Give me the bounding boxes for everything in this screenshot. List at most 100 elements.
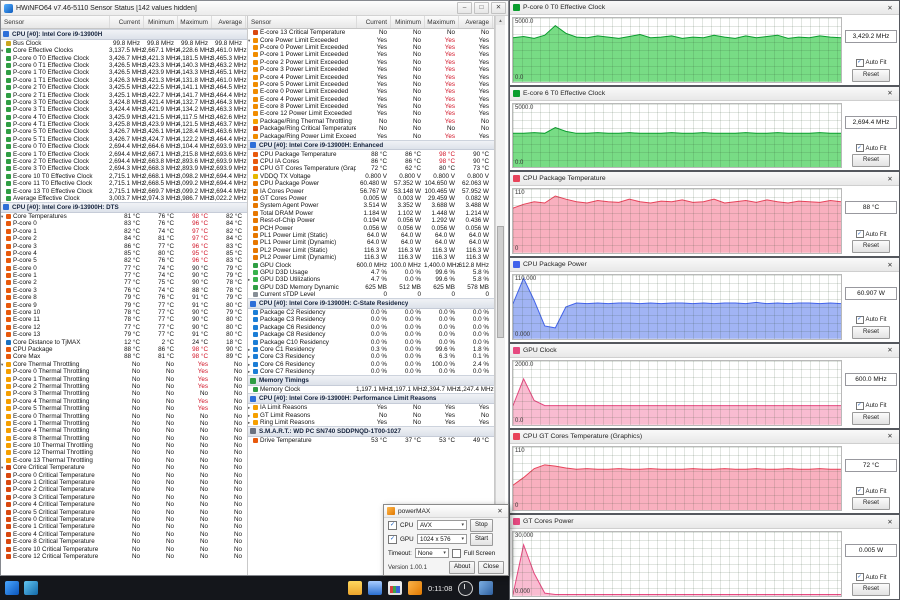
sensor-row[interactable]: Bus Clock99.8 MHz99.8 MHz99.8 MHz99.8 MH… <box>1 40 247 47</box>
sensor-row[interactable]: ▸Core C6 Residency0.0 %0.0 %100.0 %2.4 % <box>248 361 494 368</box>
sensor-row[interactable]: P-core 0 Critical TemperatureNoNoNoNo <box>1 471 247 478</box>
reset-button[interactable]: Reset <box>852 69 890 82</box>
graph-titlebar[interactable]: E-core 6 T0 Effective Clock✕ <box>510 87 899 101</box>
column-header-minimum[interactable]: Minimum <box>391 16 425 28</box>
sensor-row[interactable]: E-core 10 T0 Effective Clock2,715.1 MHz2… <box>1 173 247 180</box>
column-header-average[interactable]: Average <box>212 16 246 28</box>
sensor-row[interactable]: VDDQ TX Voltage0.800 V0.800 V0.800 V0.80… <box>248 173 494 180</box>
section-row[interactable]: CPU [#0]: Intel Core i9-13900H: C-State … <box>248 298 494 309</box>
sensor-row[interactable]: E-core 0 Critical TemperatureNoNoNoNo <box>1 516 247 523</box>
sensor-row[interactable]: E-core 1 Thermal ThrottlingNoNoNoNo <box>1 420 247 427</box>
scroll-up-icon[interactable]: ▲ <box>496 16 505 25</box>
sensor-row[interactable]: Package C6 Residency0.0 %0.0 %0.0 %0.0 % <box>248 324 494 331</box>
autofit-checkbox[interactable]: ✓ <box>856 573 864 581</box>
sensor-row[interactable]: E-core 12 Critical TemperatureNoNoNoNo <box>1 553 247 560</box>
sensor-row[interactable]: P-core 1 Power Limit ExceededYesNoYesYes <box>248 51 494 58</box>
autofit-checkbox[interactable]: ✓ <box>856 230 864 238</box>
graph-titlebar[interactable]: CPU Package Temperature✕ <box>510 172 899 186</box>
sensor-row[interactable]: E-core 4 Critical TemperatureNoNoNoNo <box>1 531 247 538</box>
sensor-row[interactable]: P-core 1 Thermal ThrottlingNoNoYesNo <box>1 375 247 382</box>
column-header-current[interactable]: Current <box>357 16 391 28</box>
sensor-row[interactable]: E-core 8 Critical TemperatureNoNoNoNo <box>1 538 247 545</box>
gpu-resolution-select[interactable]: 1024 x 576 ▾ <box>417 534 467 544</box>
reset-button[interactable]: Reset <box>852 497 890 510</box>
sensor-row[interactable]: E-core 1 T0 Effective Clock2,694.4 MHz2,… <box>1 150 247 157</box>
sensor-row[interactable]: CPU Package Power60.480 W57.352 W104.650… <box>248 180 494 187</box>
close-icon[interactable]: ✕ <box>884 175 896 183</box>
graph-titlebar[interactable]: CPU GT Cores Temperature (Graphics)✕ <box>510 430 899 444</box>
sensor-row[interactable]: E-core 13 Critical TemperatureNoNoNoNo <box>248 29 494 36</box>
sensor-row[interactable]: E-core 8 Thermal ThrottlingNoNoNoNo <box>1 435 247 442</box>
gpu-checkbox[interactable]: ✓ <box>388 535 397 544</box>
graph-app-icon[interactable] <box>388 581 402 595</box>
sensor-row[interactable]: PL2 Power Limit (Dynamic)116.3 W116.3 W1… <box>248 254 494 261</box>
sensor-row[interactable]: GPU D3D Usage4.7 %0.0 %99.6 %5.8 % <box>248 269 494 276</box>
close-icon[interactable]: ✕ <box>884 261 896 269</box>
section-row[interactable]: CPU [#0]: Intel Core i9-13900H <box>1 29 247 40</box>
sensor-row[interactable]: E-core 2 T0 Effective Clock2,694.4 MHz2,… <box>1 158 247 165</box>
close-icon[interactable]: ✕ <box>884 432 896 440</box>
sensor-row[interactable]: Total DRAM Power1.184 W1.102 W1.448 W1.2… <box>248 210 494 217</box>
start-button[interactable]: Start <box>470 533 493 546</box>
sensor-row[interactable]: E-core 4 Thermal ThrottlingNoNoNoNo <box>1 427 247 434</box>
sensor-row[interactable]: E-core 1178 °C77 °C90 °C80 °C <box>1 316 247 323</box>
sensor-row[interactable]: PL1 Power Limit (Dynamic)64.0 W64.0 W64.… <box>248 239 494 246</box>
sensor-row[interactable]: E-core 13 T0 Effective Clock2,715.1 MHz2… <box>1 187 247 194</box>
graph-titlebar[interactable]: P-core 0 T0 Effective Clock✕ <box>510 1 899 15</box>
sensor-row[interactable]: GT Cores Power0.005 W0.003 W29.459 W0.08… <box>248 195 494 202</box>
sensor-row[interactable]: Package C3 Residency0.0 %0.0 %0.0 %0.0 % <box>248 316 494 323</box>
sensor-row[interactable]: Package/Ring Thermal ThrottlingNoNoYesNo <box>248 118 494 125</box>
sensor-row[interactable]: E-core 13 Thermal ThrottlingNoNoNoNo <box>1 457 247 464</box>
close-icon[interactable]: ✕ <box>884 4 896 12</box>
sensor-row[interactable]: E-core 10 Critical TemperatureNoNoNoNo <box>1 545 247 552</box>
close-button[interactable]: Close <box>478 561 504 574</box>
sensor-row[interactable]: Current sTDP Level0000 <box>248 291 494 298</box>
sensor-row[interactable]: ▸Core C3 Residency0.0 %0.0 %6.3 %0.1 % <box>248 353 494 360</box>
sensor-row[interactable]: E-core 0 T0 Effective Clock2,694.4 MHz2,… <box>1 143 247 150</box>
sensor-row[interactable]: ▾Core Effective Clocks3,137.5 MHz2,667.1… <box>1 47 247 54</box>
sensor-row[interactable]: E-core 10 Thermal ThrottlingNoNoNoNo <box>1 442 247 449</box>
sensor-row[interactable]: E-core 4 Power Limit ExceededYesNoYesYes <box>248 96 494 103</box>
graph-titlebar[interactable]: CPU Package Power✕ <box>510 258 899 272</box>
sensor-row[interactable]: ▸Ring Limit ReasonsYesNoYesYes <box>248 419 494 426</box>
sensor-window-titlebar[interactable]: HWiNFO64 v7.46-5110 Sensor Status [142 v… <box>1 1 508 16</box>
sensor-row[interactable]: Package C8 Residency0.0 %0.0 %0.0 %0.0 % <box>248 331 494 338</box>
sensor-row[interactable]: IA Cores Power56.767 W53.148 W100.465 W5… <box>248 187 494 194</box>
cpu-mode-select[interactable]: AVX ▾ <box>417 520 467 530</box>
sensor-row[interactable]: Package C10 Residency0.0 %0.0 %0.0 %0.0 … <box>248 338 494 345</box>
sensor-row[interactable]: E-core 12 Thermal ThrottlingNoNoNoNo <box>1 449 247 456</box>
sensor-row[interactable]: PCH Power0.056 W0.056 W0.056 W0.056 W <box>248 224 494 231</box>
sensor-row[interactable]: E-core 3 T0 Effective Clock2,694.3 MHz2,… <box>1 165 247 172</box>
reset-button[interactable]: Reset <box>852 240 890 253</box>
sensor-row[interactable]: P-core 582 °C76 °C96 °C83 °C <box>1 257 247 264</box>
sensor-row[interactable]: P-core 4 Power Limit ExceededYesNoYesYes <box>248 73 494 80</box>
sensor-row[interactable]: Rest-of-Chip Power0.194 W0.056 W1.292 W0… <box>248 217 494 224</box>
section-row[interactable]: CPU [#0]: Intel Core i9-13900H: Enhanced <box>248 140 494 151</box>
sensor-row[interactable]: ▾Core Thermal ThrottlingNoNoYesNo <box>1 361 247 368</box>
sensor-row[interactable]: P-core 386 °C77 °C96 °C83 °C <box>1 242 247 249</box>
powermax-taskbar-icon[interactable] <box>408 581 422 595</box>
autofit-checkbox[interactable]: ✓ <box>856 402 864 410</box>
sensor-row[interactable]: E-core 376 °C74 °C88 °C78 °C <box>1 287 247 294</box>
sensor-row[interactable]: P-core 5 Thermal ThrottlingNoNoYesNo <box>1 405 247 412</box>
reset-button[interactable]: Reset <box>852 412 890 425</box>
sensor-row[interactable]: PL1 Power Limit (Static)64.0 W64.0 W64.0… <box>248 232 494 239</box>
about-button[interactable]: About <box>449 561 475 574</box>
sensor-row[interactable]: PL2 Power Limit (Static)116.3 W116.3 W11… <box>248 247 494 254</box>
sensor-row[interactable]: Package/Ring Power Limit ExceededYesNoYe… <box>248 132 494 139</box>
sensor-row[interactable]: E-core 11 T0 Effective Clock2,715.1 MHz2… <box>1 180 247 187</box>
sensor-row[interactable]: E-core 879 °C76 °C91 °C79 °C <box>1 294 247 301</box>
sensor-row[interactable]: Drive Temperature53 °C37 °C53 °C49 °C <box>248 437 494 444</box>
app-taskbar-icon[interactable] <box>479 581 493 595</box>
autofit-checkbox[interactable]: ✓ <box>856 487 864 495</box>
sensor-row[interactable]: Memory Clock1,197.1 MHz1,197.1 MHz2,394.… <box>248 386 494 393</box>
sensor-row[interactable]: E-core 1277 °C77 °C90 °C80 °C <box>1 324 247 331</box>
sensor-row[interactable]: E-core 1 Critical TemperatureNoNoNoNo <box>1 523 247 530</box>
sensor-window-taskbar-icon[interactable] <box>368 581 382 595</box>
section-row[interactable]: Memory Timings <box>248 375 494 386</box>
sensor-row[interactable]: P-core 083 °C76 °C96 °C84 °C <box>1 220 247 227</box>
sensor-row[interactable]: P-core 3 Critical TemperatureNoNoNoNo <box>1 494 247 501</box>
close-icon[interactable]: ✕ <box>491 2 506 14</box>
sensor-row[interactable]: System Agent Power3.514 W3.352 W3.688 W3… <box>248 202 494 209</box>
maximize-icon[interactable]: □ <box>474 2 489 14</box>
